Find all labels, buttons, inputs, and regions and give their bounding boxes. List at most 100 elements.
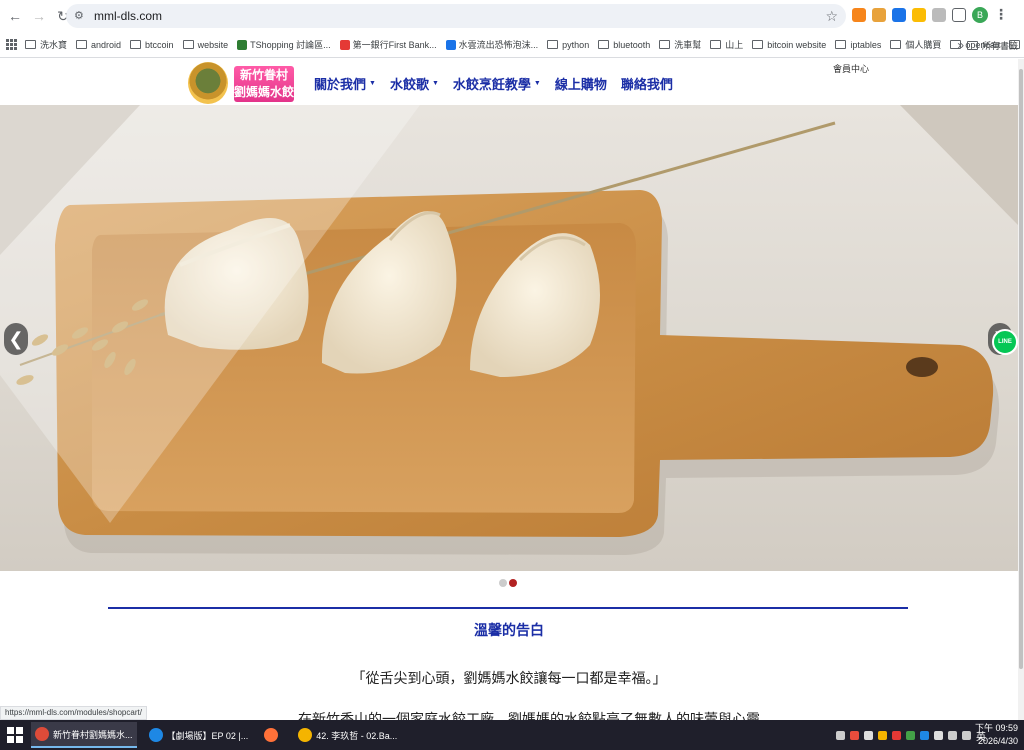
bookmark-item[interactable]: 水雲流出恐怖泡沫... bbox=[445, 38, 539, 51]
bookmark-item[interactable]: android bbox=[76, 40, 121, 50]
logo-text: 新竹眷村 劉媽媽水餃 bbox=[234, 66, 294, 102]
logo-emblem bbox=[188, 62, 228, 104]
address-bar[interactable]: ⚙ mml-dls.com ☆ bbox=[66, 4, 846, 28]
bookmark-item[interactable]: TShopping 討論區... bbox=[237, 38, 331, 51]
nav-item[interactable]: 線上購物 bbox=[555, 74, 607, 93]
volume-icon[interactable] bbox=[962, 731, 971, 740]
back-icon[interactable]: ← bbox=[6, 7, 24, 25]
taskbar-app[interactable]: 【劇場版】EP 02 |... bbox=[145, 722, 253, 748]
nav-item-label: 線上購物 bbox=[554, 77, 607, 92]
member-center-link[interactable]: 會員中心 bbox=[833, 62, 869, 75]
line-icon: LINE bbox=[992, 329, 1018, 355]
section-divider bbox=[108, 607, 908, 609]
caret-down-icon: ▼ bbox=[369, 80, 376, 87]
bookmark-label: website bbox=[197, 39, 229, 50]
browser-menu-icon[interactable]: ⋮ bbox=[994, 6, 1008, 23]
nav-item[interactable]: 關於我們 ▼ bbox=[314, 74, 376, 93]
bookmark-label: 山上 bbox=[725, 40, 744, 50]
carousel-dot[interactable] bbox=[499, 579, 507, 587]
bookmark-label: python bbox=[562, 39, 590, 50]
profile-avatar[interactable]: B bbox=[972, 6, 988, 23]
browser-toolbar: ← → ↻ ⚙ mml-dls.com ☆ B ⋮ bbox=[0, 0, 1024, 32]
apps-grid-icon[interactable] bbox=[6, 38, 17, 51]
windows-taskbar: 新竹眷村劉媽媽水... 【劇場版】EP 02 |... 42. 李玖哲 - 02.B… bbox=[0, 720, 1024, 750]
bookmark-item[interactable]: bluetooth bbox=[598, 40, 650, 50]
folder-icon bbox=[547, 40, 559, 49]
windows-start-icon[interactable] bbox=[7, 727, 23, 743]
folder-icon bbox=[752, 40, 764, 49]
bookmark-item[interactable]: 第一銀行First Bank... bbox=[339, 38, 437, 51]
extension-icon[interactable] bbox=[932, 7, 946, 22]
extensions-puzzle-icon[interactable] bbox=[952, 7, 966, 22]
intro-paragraph: 在新竹香山的一個家庭水餃工廠，劉媽媽的水餃點亮了無數人的味蕾與心靈， bbox=[298, 711, 774, 720]
scrollbar-thumb[interactable] bbox=[1019, 69, 1023, 669]
hero-carousel: ❮ ❯ LINE bbox=[0, 105, 1018, 571]
bookmark-item[interactable]: iptables bbox=[835, 40, 881, 50]
site-favicon-icon bbox=[237, 39, 248, 50]
nav-item[interactable]: 水餃歌 ▼ bbox=[390, 74, 439, 93]
taskbar-app[interactable] bbox=[260, 722, 286, 748]
section-title: 溫馨的告白 bbox=[474, 622, 544, 638]
bookmark-item[interactable]: 個人購買 bbox=[890, 38, 941, 51]
nav-item-label: 水餃烹飪教學 bbox=[452, 77, 531, 92]
bookmark-label: TShopping 討論區... bbox=[250, 40, 331, 50]
extensions-bar: B ⋮ bbox=[852, 6, 1008, 23]
tray-icon[interactable] bbox=[878, 731, 887, 740]
site-favicon-icon bbox=[445, 39, 456, 50]
tray-icon[interactable] bbox=[920, 731, 929, 740]
taskbar-app[interactable]: 新竹眷村劉媽媽水... bbox=[31, 722, 137, 748]
folder-icon bbox=[182, 40, 194, 49]
bookmark-item[interactable]: btccoin bbox=[130, 40, 174, 50]
folder-icon bbox=[835, 40, 847, 49]
bookmark-item[interactable]: python bbox=[547, 40, 589, 50]
system-clock[interactable]: 下午 09:59 2026/4/30 bbox=[975, 722, 1018, 748]
tray-icon[interactable] bbox=[892, 731, 901, 740]
link-status-tooltip: https://mml-dls.com/modules/shopcart/ bbox=[0, 706, 147, 720]
extension-icon[interactable] bbox=[872, 7, 886, 22]
network-icon[interactable] bbox=[948, 731, 957, 740]
carousel-prev-button[interactable]: ❮ bbox=[4, 323, 28, 355]
tray-icon[interactable] bbox=[934, 731, 943, 740]
bookmark-item[interactable]: 洗水寶 bbox=[25, 38, 67, 51]
page-scrollbar[interactable] bbox=[1018, 59, 1024, 720]
folder-icon bbox=[598, 40, 610, 49]
site-info-icon[interactable]: ⚙ bbox=[74, 9, 88, 23]
bookmark-label: bitcoin website bbox=[767, 39, 827, 50]
bookmark-star-icon[interactable]: ☆ bbox=[825, 8, 838, 25]
tray-icon[interactable] bbox=[850, 731, 859, 740]
tray-icon[interactable] bbox=[906, 731, 915, 740]
nav-item[interactable]: 聯絡我們 bbox=[621, 74, 673, 93]
bookmark-label: 水雲流出恐怖泡沫... bbox=[458, 40, 539, 50]
forward-icon[interactable]: → bbox=[30, 7, 48, 25]
site-logo[interactable]: 新竹眷村 劉媽媽水餃 bbox=[188, 62, 296, 106]
bookmarks-bar: 洗水寶 android btccoin website TShopping 討論區...… bbox=[0, 32, 1024, 58]
bookmark-item[interactable]: website bbox=[182, 39, 229, 50]
tray-icon[interactable] bbox=[836, 731, 845, 740]
all-bookmarks-button[interactable]: 所有書籤 bbox=[966, 39, 1018, 52]
metamask-icon[interactable] bbox=[852, 7, 866, 22]
bookmark-item[interactable]: 洗車幫 bbox=[659, 38, 701, 51]
logo-line-2: 劉媽媽水餃 bbox=[234, 85, 295, 99]
app-icon bbox=[148, 728, 163, 742]
bookmark-label: 個人購買 bbox=[905, 40, 942, 50]
carousel-indicators bbox=[499, 579, 517, 587]
taskbar-app-label: 【劇場版】EP 02 |... bbox=[166, 730, 249, 741]
bookmark-item[interactable]: bitcoin website bbox=[752, 40, 826, 50]
folder-icon bbox=[710, 40, 722, 49]
line-chat-button[interactable]: LINE bbox=[992, 329, 1018, 363]
bookmark-label: 第一銀行First Bank... bbox=[352, 40, 437, 50]
site-header: 新竹眷村 劉媽媽水餃 關於我們 ▼ 水餃歌 ▼ 水餃烹飪教學 ▼ 線上購物 聯絡我們 會員中心 bbox=[0, 59, 1018, 105]
clock-date: 2026/4/30 bbox=[977, 736, 1018, 746]
carousel-dot[interactable] bbox=[509, 579, 517, 587]
bookmarks-overflow-button[interactable]: » bbox=[957, 38, 964, 52]
taskbar-app[interactable]: 42. 李玖哲 - 02.Ba... bbox=[294, 722, 401, 748]
folder-icon bbox=[25, 40, 36, 49]
extension-icon[interactable] bbox=[892, 7, 906, 22]
bookmark-item[interactable]: 山上 bbox=[710, 38, 743, 51]
quote-text: 「從舌尖到心頭，劉媽媽水餃讓每一口都是幸福。」 bbox=[351, 670, 667, 686]
tray-icon[interactable] bbox=[864, 731, 873, 740]
nav-item[interactable]: 水餃烹飪教學 ▼ bbox=[453, 74, 541, 93]
folder-icon bbox=[966, 41, 978, 50]
bookmark-label: iptables bbox=[850, 39, 882, 50]
extension-icon[interactable] bbox=[912, 7, 926, 22]
